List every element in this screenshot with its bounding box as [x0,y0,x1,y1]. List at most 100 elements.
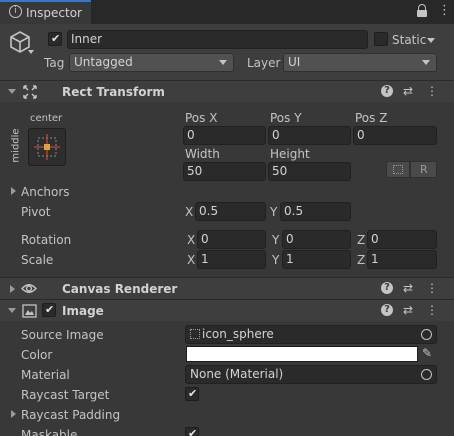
scale-y-field[interactable]: 1 [282,250,351,269]
foldout-expanded-icon[interactable] [8,308,16,313]
pos-x-label: Pos X [185,111,218,125]
layer-dropdown[interactable]: UI [283,53,437,72]
rotation-z-axis-label: Z [357,233,366,247]
help-icon[interactable]: ? [381,282,393,294]
image-component-icon [22,304,37,318]
pivot-y-field[interactable]: 0.5 [280,202,351,221]
tab-bar: i Inspector ⋮ [0,0,454,24]
checkmark-icon: ✔ [188,387,198,400]
raycast-padding-label[interactable]: Raycast Padding [21,407,120,423]
chevron-down-icon [422,60,430,65]
rect-transform-title: Rect Transform [62,85,165,99]
rotation-y-field[interactable]: 0 [282,230,351,249]
tag-dropdown[interactable]: Untagged [69,53,234,72]
static-checkbox[interactable] [374,32,388,46]
color-label: Color [21,348,53,362]
source-image-value: icon_sphere [202,327,274,341]
static-label: Static [392,33,427,47]
object-picker-icon[interactable] [421,329,432,340]
rotation-y-axis-label: Y [272,233,280,247]
raycast-target-checkbox[interactable]: ✔ [185,387,199,401]
eye-icon [21,284,37,293]
chevron-down-icon [219,60,227,65]
anchor-preset-button[interactable] [28,128,66,166]
tag-value: Untagged [74,55,133,69]
source-image-label: Source Image [21,328,104,342]
scale-label: Scale [21,253,54,267]
scale-x-axis-label: X [187,253,196,267]
raycast-padding-foldout-icon[interactable] [11,410,16,418]
presets-icon[interactable]: ⇄ [403,84,413,98]
tag-label: Tag [44,56,65,70]
rect-transform-header[interactable]: Rect Transform ? ⇄ ⋮ [0,80,454,102]
layer-value: UI [288,55,301,69]
more-options-icon[interactable]: ⋮ [426,303,438,317]
pos-y-field[interactable]: 0 [268,126,351,145]
presets-icon[interactable]: ⇄ [403,281,413,295]
foldout-expanded-icon[interactable] [8,89,16,94]
eyedropper-icon[interactable]: ✎ [422,345,432,361]
rotation-label: Rotation [21,233,72,247]
height-label: Height [270,147,310,161]
checkmark-icon: ✔ [188,427,198,436]
active-checkbox[interactable]: ✔ [48,32,62,46]
maskable-checkbox[interactable]: ✔ [185,427,199,436]
lock-body-icon [417,10,427,17]
material-value: None (Material) [190,367,284,381]
sprite-icon [190,329,200,339]
dotted-square-icon [393,165,403,174]
more-options-icon[interactable]: ⋮ [426,281,438,295]
rotation-x-axis-label: X [187,233,196,247]
pos-x-field[interactable]: 0 [183,126,266,145]
rotation-x-field[interactable]: 0 [197,230,266,249]
canvas-renderer-title: Canvas Renderer [62,282,178,296]
foldout-collapsed-icon[interactable] [10,285,15,293]
scale-x-field[interactable]: 1 [197,250,266,269]
help-icon[interactable]: ? [381,85,393,97]
raw-edit-button[interactable]: R [410,161,437,178]
icon-dropdown-arrow-icon[interactable] [28,50,34,54]
layer-label: Layer [247,56,281,70]
more-options-icon[interactable]: ⋮ [426,84,438,98]
raycast-target-label: Raycast Target [21,388,110,402]
pivot-x-field[interactable]: 0.5 [195,202,266,221]
width-label: Width [185,147,220,161]
blueprint-mode-button[interactable] [386,161,410,178]
material-label: Material [21,368,70,382]
image-header[interactable]: ✔ Image ? ⇄ ⋮ [0,299,454,321]
rect-transform-icon [23,85,37,99]
scale-z-axis-label: Z [357,253,366,267]
pos-z-label: Pos Z [355,111,388,125]
image-title: Image [62,304,104,318]
material-field[interactable]: None (Material) [185,365,437,384]
pos-y-label: Pos Y [270,111,302,125]
anchors-foldout-icon[interactable] [11,187,16,195]
width-field[interactable]: 50 [183,162,266,181]
source-image-field[interactable]: icon_sphere [185,325,437,344]
more-options-icon[interactable]: ⋮ [438,3,451,19]
name-field[interactable]: Inner [67,30,368,49]
checkmark-icon: ✔ [45,303,55,316]
anchor-preset-h-label: center [30,113,63,124]
anchor-preset-icon [34,134,60,160]
gameobject-header: ✔ Inner Static Tag Untagged Layer UI [0,24,454,80]
height-field[interactable]: 50 [268,162,351,181]
image-enabled-checkbox[interactable]: ✔ [42,303,56,317]
maskable-label: Maskable [21,428,78,436]
rotation-z-field[interactable]: 0 [367,230,437,249]
presets-icon[interactable]: ⇄ [403,303,413,317]
info-icon: i [9,5,22,18]
pivot-y-axis-label: Y [270,205,278,219]
pos-z-field[interactable]: 0 [353,126,437,145]
color-swatch[interactable] [186,346,418,362]
scale-z-field[interactable]: 1 [367,250,437,269]
object-picker-icon[interactable] [421,369,432,380]
anchor-preset-v-label: middle [10,128,22,163]
pivot-label: Pivot [21,205,51,219]
raw-edit-label: R [420,163,428,176]
canvas-renderer-header[interactable]: Canvas Renderer ? ⇄ ⋮ [0,277,454,299]
tab-inspector[interactable]: i Inspector [0,0,91,24]
anchors-label[interactable]: Anchors [21,184,70,200]
help-icon[interactable]: ? [381,304,393,316]
static-dropdown-arrow-icon[interactable] [427,38,435,43]
